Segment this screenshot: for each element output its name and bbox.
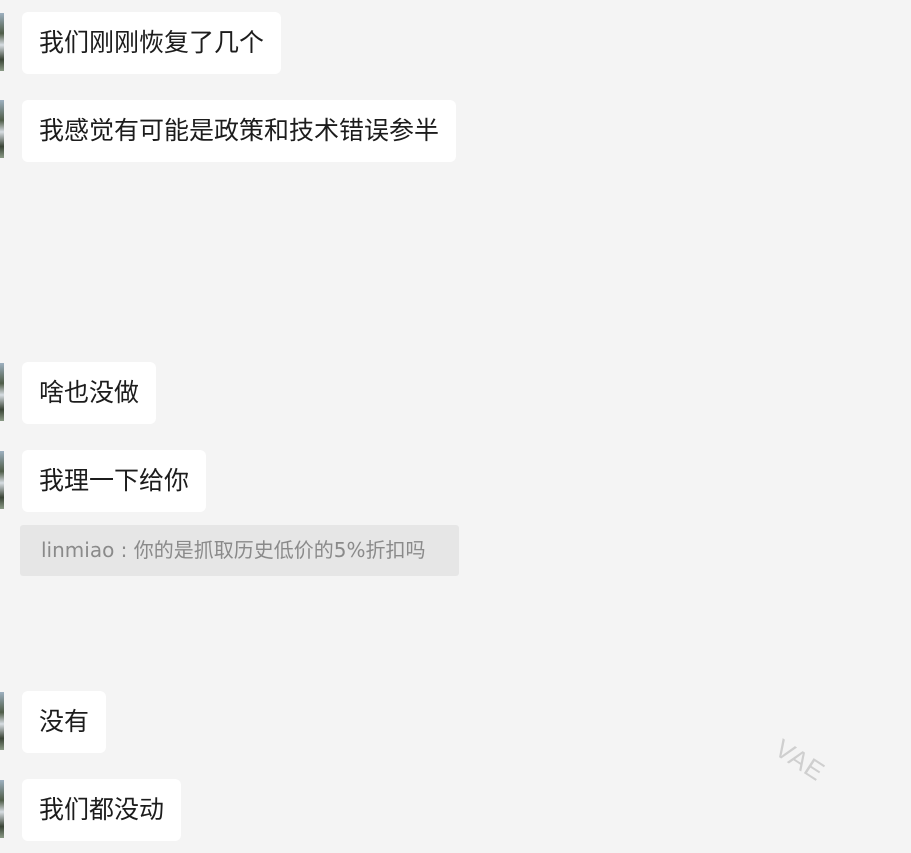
- message-text: 我们刚刚恢复了几个: [39, 28, 265, 57]
- watermark: VAE: [769, 733, 831, 788]
- chat-message-bubble[interactable]: 我们都没动: [22, 779, 182, 841]
- quoted-reply-text: linmiao : 你的是抓取历史低价的5%折扣吗: [41, 538, 426, 562]
- message-text: 我理一下给你: [39, 466, 190, 495]
- chat-message-bubble[interactable]: 我感觉有可能是政策和技术错误参半: [22, 100, 457, 162]
- message-text: 没有: [39, 707, 90, 736]
- avatar[interactable]: [0, 363, 4, 421]
- avatar[interactable]: [0, 692, 4, 750]
- chat-message-bubble[interactable]: 我理一下给你: [22, 450, 207, 512]
- message-text: 我们都没动: [39, 795, 165, 824]
- avatar[interactable]: [0, 780, 4, 838]
- chat-message-bubble[interactable]: 啥也没做: [22, 362, 157, 424]
- quoted-reply[interactable]: linmiao : 你的是抓取历史低价的5%折扣吗: [20, 525, 459, 576]
- chat-message-bubble[interactable]: 没有: [22, 691, 107, 753]
- avatar[interactable]: [0, 451, 4, 509]
- message-text: 我感觉有可能是政策和技术错误参半: [39, 116, 440, 145]
- message-text: 啥也没做: [39, 378, 140, 407]
- avatar[interactable]: [0, 100, 4, 158]
- avatar[interactable]: [0, 13, 4, 71]
- chat-message-bubble[interactable]: 我们刚刚恢复了几个: [22, 12, 282, 74]
